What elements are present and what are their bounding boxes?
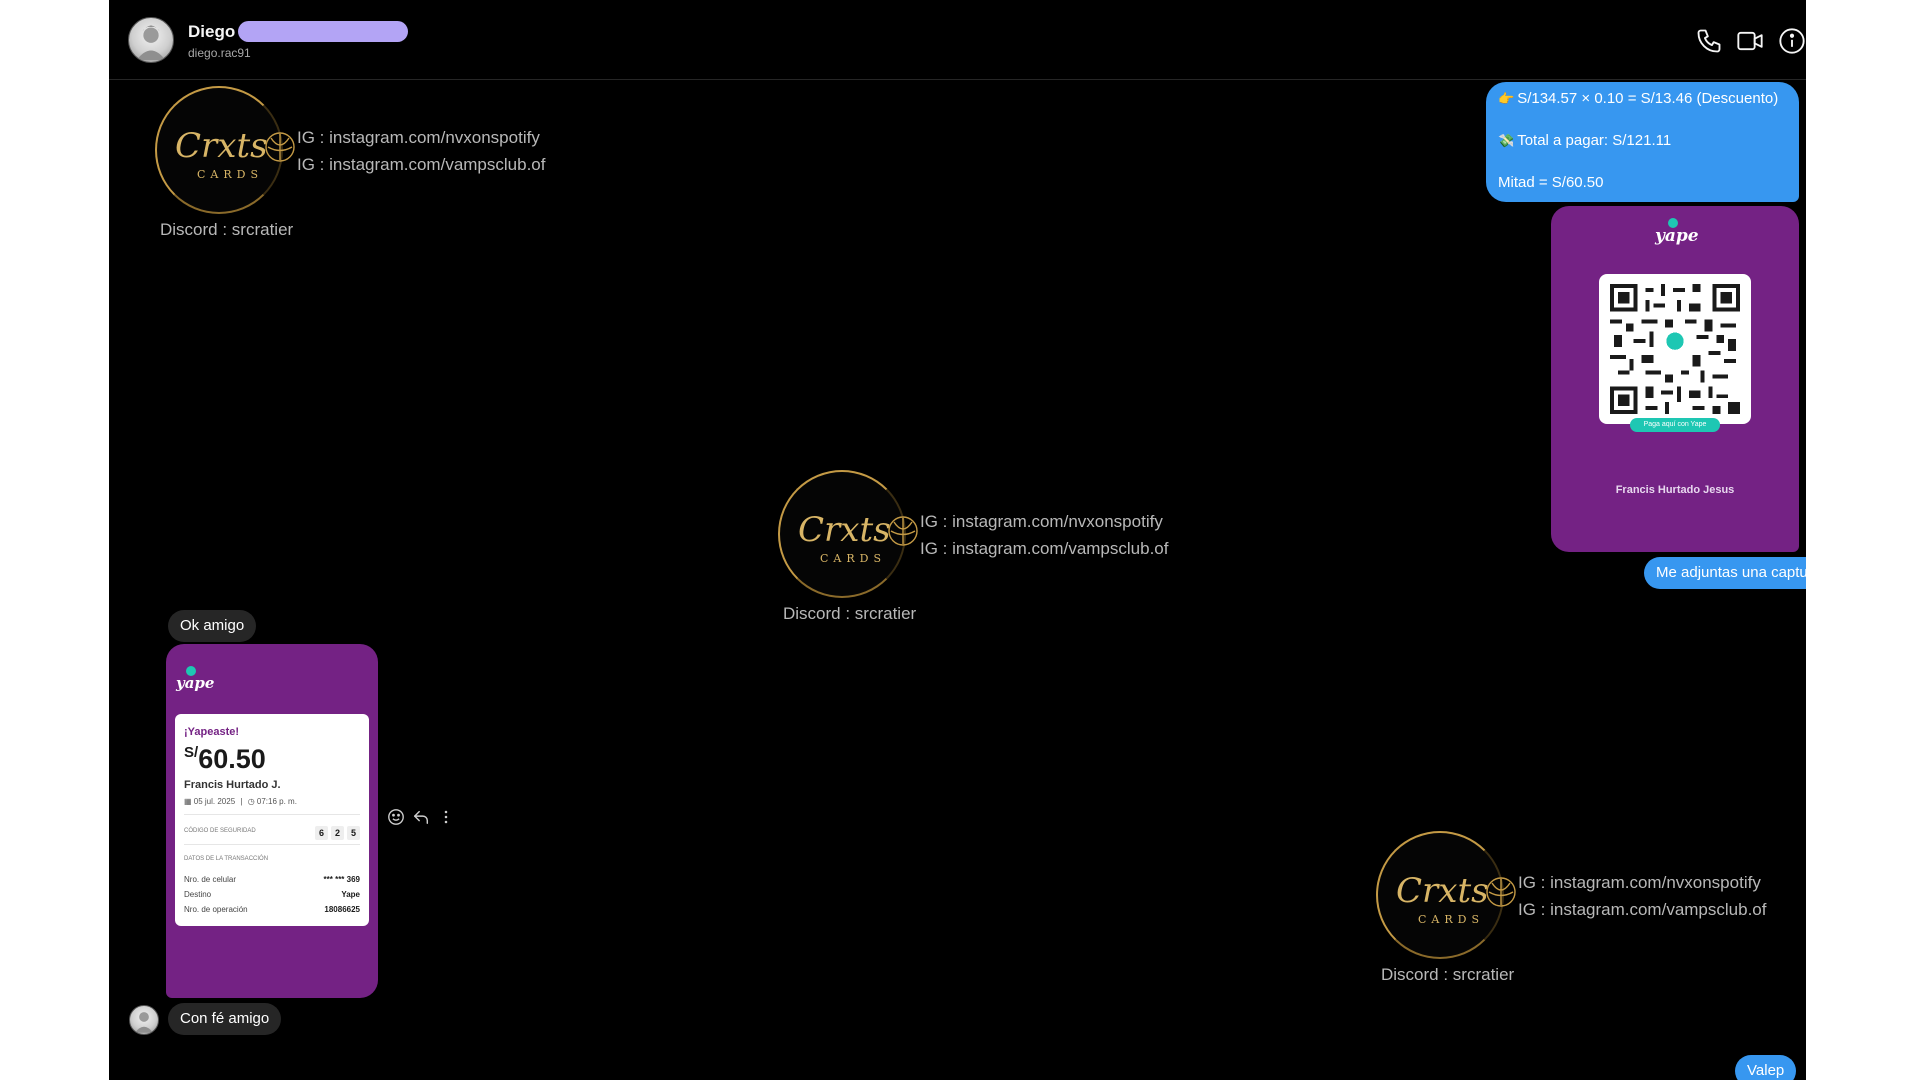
chat-window: Diego diego.rac91 Crxts CARDS IG : insta…	[109, 0, 1806, 1080]
message-bubble-valep[interactable]: Valep	[1735, 1055, 1797, 1080]
contact-avatar-small[interactable]	[129, 1005, 159, 1035]
react-emoji-icon[interactable]	[387, 808, 405, 826]
watermark-discord: Discord : srcratier	[783, 604, 917, 623]
shell-icon	[888, 516, 918, 546]
yape-logo: yape	[1655, 218, 1699, 246]
message-bubble-calc[interactable]: 👉 S/134.57 × 0.10 = S/13.46 (Descuento) 💸…	[1486, 82, 1799, 202]
watermark-ig-2: IG : instagram.com/vampsclub.of	[1518, 900, 1767, 919]
receipt-card: ¡Yapeaste! S/60.50 Francis Hurtado J. ▦ …	[175, 714, 369, 926]
receipt-date: 05 jul. 2025	[193, 797, 236, 806]
qr-code	[1599, 274, 1751, 424]
qr-code-icon	[1610, 284, 1740, 414]
money-wings-icon: 💸	[1498, 133, 1515, 148]
watermark-discord: Discord : srcratier	[1381, 965, 1515, 984]
calc-line-1: S/134.57 × 0.10 = S/13.46 (Descuento)	[1517, 90, 1779, 107]
reply-icon[interactable]	[412, 808, 430, 826]
qr-recipient-name: Francis Hurtado Jesus	[1615, 484, 1735, 496]
receipt-row-label: Destino	[184, 890, 212, 899]
calc-line-2: Total a pagar: S/121.11	[1517, 132, 1672, 149]
receipt-row-value: *** *** 369	[323, 875, 360, 884]
calc-line-3: Mitad = S/60.50	[1498, 174, 1604, 191]
watermark-ig-1: IG : instagram.com/nvxonspotify	[920, 512, 1163, 531]
transaction-details-label: DATOS DE LA TRANSACCIÓN	[184, 856, 269, 862]
receipt-currency: S/	[184, 744, 199, 761]
contact-name[interactable]: Diego	[188, 22, 235, 42]
receipt-title: ¡Yapeaste!	[184, 726, 240, 738]
calendar-icon: ▦	[184, 797, 194, 806]
watermark: Crxts CARDS IG : instagram.com/nvxonspot…	[778, 470, 1178, 630]
shell-icon	[1486, 877, 1516, 907]
crxts-logo: Crxts CARDS	[778, 470, 906, 598]
receipt-row-value: 18086625	[324, 905, 360, 914]
security-code: 625	[312, 823, 360, 841]
watermark-discord: Discord : srcratier	[160, 220, 294, 239]
receipt-row-label: Nro. de operación	[184, 905, 248, 914]
yape-qr-image[interactable]: yape Paga aquí con Yape Francis Hurtado …	[1551, 206, 1799, 552]
info-icon[interactable]	[1778, 27, 1806, 55]
watermark-ig-1: IG : instagram.com/nvxonspotify	[1518, 873, 1761, 892]
receipt-payee: Francis Hurtado J.	[184, 779, 281, 791]
video-call-icon[interactable]	[1736, 27, 1764, 55]
receipt-amount: 60.50	[198, 744, 266, 774]
pay-with-yape-pill: Paga aquí con Yape	[1630, 418, 1720, 432]
security-code-label: CÓDIGO DE SEGURIDAD	[184, 828, 256, 834]
watermark-ig-2: IG : instagram.com/vampsclub.of	[920, 539, 1169, 558]
contact-avatar[interactable]	[128, 17, 174, 63]
watermark: Crxts CARDS IG : instagram.com/nvxonspot…	[155, 86, 555, 246]
watermark-ig-1: IG : instagram.com/nvxonspotify	[297, 128, 540, 147]
receipt-row-label: Nro. de celular	[184, 875, 237, 884]
watermark-ig-2: IG : instagram.com/vampsclub.of	[297, 155, 546, 174]
message-bubble-ok[interactable]: Ok amigo	[168, 610, 257, 642]
message-bubble-captura[interactable]: Me adjuntas una captura por favor	[1644, 557, 1806, 589]
crxts-logo: Crxts CARDS	[155, 86, 283, 214]
pointing-hand-icon: 👉	[1498, 91, 1515, 106]
redaction-bar	[238, 21, 408, 42]
yape-logo: yape	[176, 666, 214, 692]
receipt-time: 07:16 p. m.	[256, 797, 297, 806]
shell-icon	[265, 132, 295, 162]
yape-receipt-image[interactable]: yape ¡Yapeaste! S/60.50 Francis Hurtado …	[166, 644, 378, 998]
receipt-row-value: Yape	[341, 890, 360, 899]
chat-header: Diego diego.rac91	[109, 0, 1806, 80]
clock-icon: ◷	[247, 797, 257, 806]
more-options-icon[interactable]	[437, 808, 455, 826]
message-bubble-confe[interactable]: Con fé amigo	[168, 1003, 282, 1035]
phone-icon[interactable]	[1695, 27, 1723, 55]
contact-username[interactable]: diego.rac91	[188, 46, 251, 60]
watermark: Crxts CARDS IG : instagram.com/nvxonspot…	[1376, 831, 1776, 991]
crxts-logo: Crxts CARDS	[1376, 831, 1504, 959]
